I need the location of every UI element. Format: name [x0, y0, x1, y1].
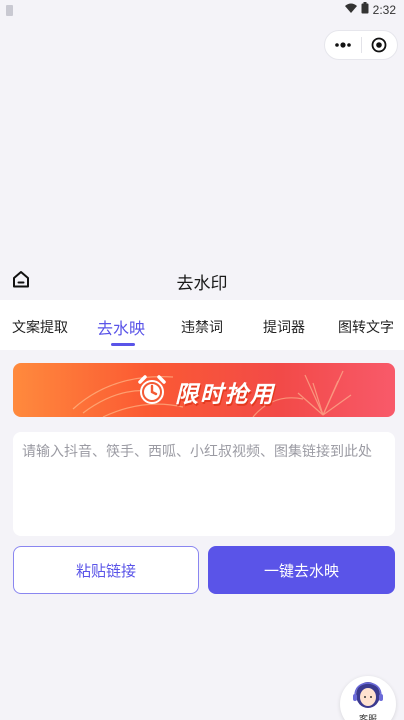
close-miniprogram-button[interactable]	[361, 31, 397, 59]
battery-icon	[361, 2, 369, 17]
customer-service-button[interactable]: 客服	[340, 676, 396, 720]
target-close-icon	[371, 37, 387, 53]
service-label: 客服	[358, 715, 377, 720]
active-tab-indicator	[111, 343, 135, 346]
tab-copy-extract[interactable]: 文案提取	[12, 317, 68, 337]
banner-text: 限时抢用	[175, 382, 275, 408]
paste-link-button[interactable]: 粘贴链接	[13, 546, 199, 594]
tab-image-to-text[interactable]: 图转文字	[338, 317, 394, 337]
remove-watermark-button[interactable]: 一键去水映	[208, 546, 395, 594]
page-title: 去水印	[176, 274, 228, 294]
status-icons: 2:32	[344, 2, 396, 17]
status-time: 2:32	[372, 2, 396, 17]
service-agent-icon	[353, 682, 383, 708]
promo-banner[interactable]: 限时抢用	[13, 363, 395, 417]
nav-bar: 去水印	[0, 262, 404, 298]
notification-icon	[6, 5, 13, 16]
status-bar: 2:32	[0, 0, 404, 22]
tab-teleprompter[interactable]: 提词器	[263, 317, 305, 337]
link-input-box	[13, 432, 395, 536]
more-dots-icon	[334, 42, 351, 48]
tab-remove-watermark[interactable]: 去水映	[97, 315, 145, 339]
link-input[interactable]	[22, 442, 386, 526]
wifi-icon	[344, 3, 357, 17]
tab-bar: 文案提取 去水映 违禁词 提词器 图转文字	[0, 300, 404, 350]
more-button[interactable]	[325, 31, 361, 59]
capsule-menu	[324, 30, 398, 60]
tab-banned-words[interactable]: 违禁词	[181, 317, 223, 337]
